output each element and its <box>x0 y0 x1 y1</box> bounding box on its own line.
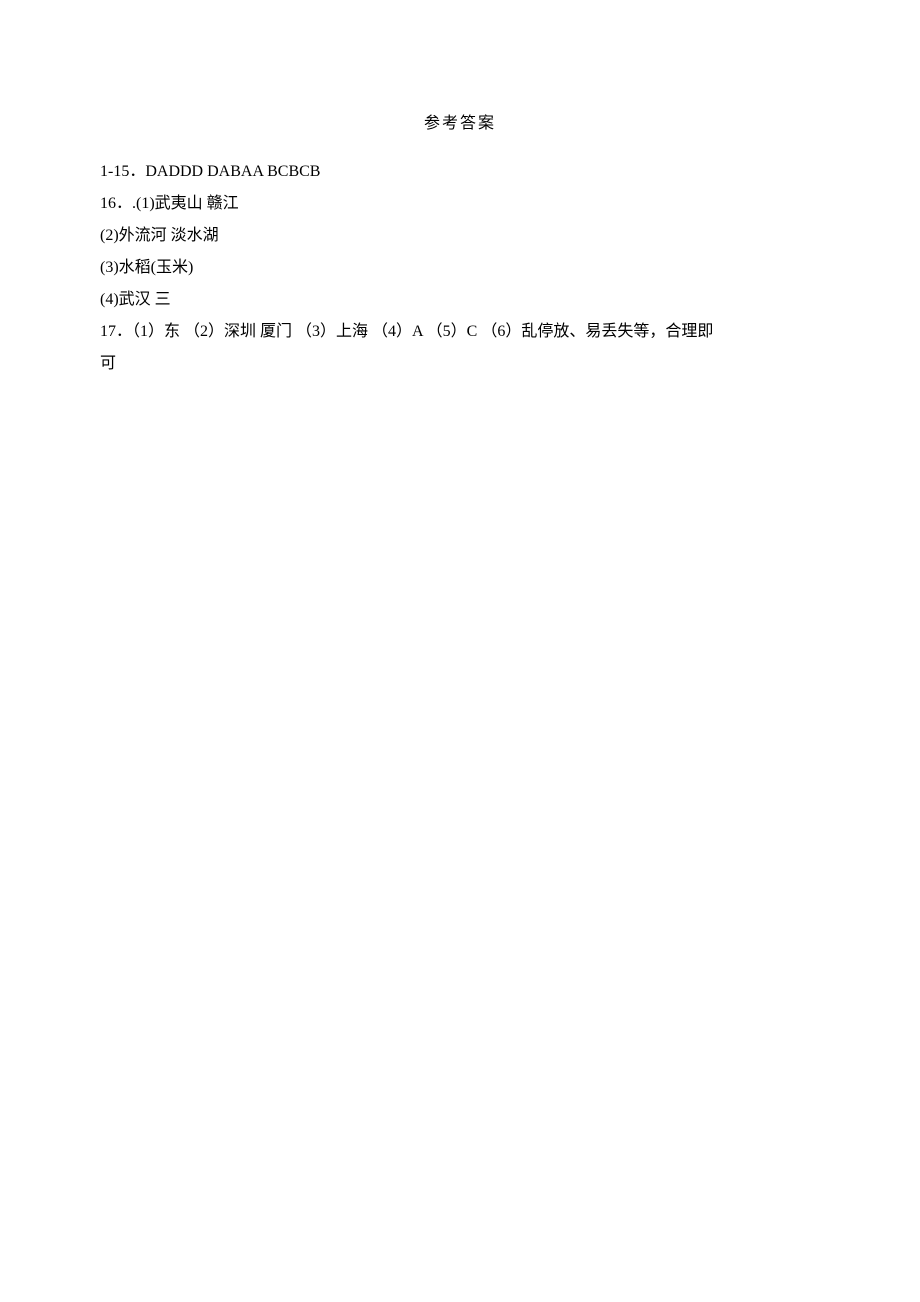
answer-1-15: 1-15．DADDD DABAA BCBCB <box>100 156 820 188</box>
answer-17-line2: 可 <box>100 348 820 380</box>
page-title: 参考答案 <box>100 108 820 140</box>
answer-16-2: (2)外流河 淡水湖 <box>100 220 820 252</box>
answer-16-1: 16．.(1)武夷山 赣江 <box>100 188 820 220</box>
answer-16-3: (3)水稻(玉米) <box>100 252 820 284</box>
answer-16-4: (4)武汉 三 <box>100 284 820 316</box>
answer-17-line1: 17．（1）东 （2）深圳 厦门 （3）上海 （4）A （5）C （6）乱停放、… <box>100 316 820 348</box>
